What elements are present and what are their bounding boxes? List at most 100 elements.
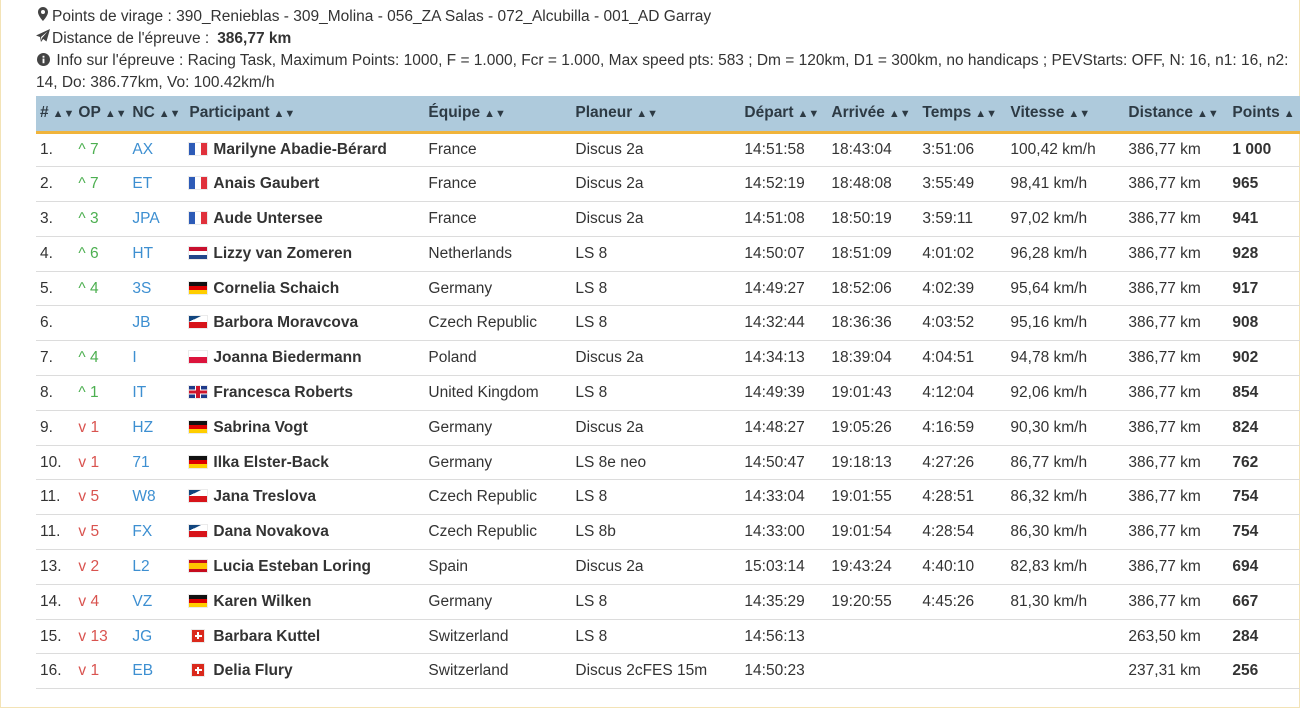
table-row[interactable]: 14. v 4 VZ Karen Wilken Germany LS 8 14:35:29 1… (36, 584, 1300, 620)
nc-cell[interactable]: ET (128, 167, 185, 202)
col-op[interactable]: OP ▲▼ (74, 96, 129, 134)
sort-icon: ▲▼ (273, 108, 296, 121)
op-cell: ^ 1 (78, 383, 99, 401)
time-cell: 4:28:51 (922, 488, 975, 506)
table-row[interactable]: 13. v 2 L2 Lucia Esteban Loring Spain Discus … (36, 550, 1300, 585)
participant-cell: Lizzy van Zomeren (185, 236, 424, 271)
team-cell: Germany (428, 418, 493, 436)
glider-cell: Discus 2a (575, 418, 644, 436)
col-nc[interactable]: NC ▲▼ (128, 96, 186, 134)
points-cell: 941 (1232, 209, 1259, 227)
speed-cell: 98,41 km/h (1010, 175, 1088, 193)
points-cell: 917 (1232, 279, 1259, 297)
nc-cell[interactable]: L2 (128, 550, 185, 585)
team-cell: Czech Republic (428, 488, 537, 506)
table-row[interactable]: 3. ^ 3 JPA Aude Untersee France Discus 2a 14:5… (36, 202, 1300, 237)
time-cell: 4:45:26 (922, 592, 975, 610)
nc-cell[interactable]: 71 (128, 445, 185, 480)
flag-fr-icon (189, 211, 208, 224)
start-cell: 14:49:39 (744, 383, 805, 401)
start-cell: 14:35:29 (744, 592, 805, 610)
finish-cell: 19:18:13 (831, 453, 892, 471)
nc-cell[interactable]: AX (128, 132, 185, 167)
col-participant[interactable]: Participant ▲▼ (185, 96, 425, 134)
participant-name: Karen Wilken (213, 592, 312, 610)
table-row[interactable]: 16. v 1 EB Delia Flury Switzerland Discus 2cF… (36, 654, 1300, 689)
team-cell: Czech Republic (428, 523, 537, 541)
table-row[interactable]: 6. JB Barbora Moravcova Czech Republic LS 8 1… (36, 306, 1300, 341)
rank-cell: 7. (40, 349, 53, 367)
distance-cell: 386,77 km (1128, 557, 1201, 575)
table-row[interactable]: 2. ^ 7 ET Anais Gaubert France Discus 2a 14:52… (36, 167, 1300, 202)
col-distance[interactable]: Distance ▲▼ (1124, 96, 1229, 134)
finish-cell: 18:39:04 (831, 349, 892, 367)
nc-cell[interactable]: W8 (128, 480, 185, 515)
nc-cell[interactable]: IT (128, 376, 185, 411)
nc-cell[interactable]: JG (128, 619, 185, 654)
participant-name: Anais Gaubert (213, 175, 320, 193)
team-cell: Netherlands (428, 244, 512, 262)
col-rank[interactable]: # ▲▼ (36, 96, 75, 134)
table-row[interactable]: 11. v 5 FX Dana Novakova Czech Republic LS 8b… (36, 515, 1300, 550)
col-speed[interactable]: Vitesse ▲▼ (1006, 96, 1125, 134)
speed-cell: 94,78 km/h (1010, 349, 1088, 367)
nc-cell[interactable]: EB (128, 654, 185, 689)
time-cell: 4:12:04 (922, 383, 975, 401)
participant-name: Barbora Moravcova (213, 314, 359, 332)
time-cell: 3:59:11 (922, 209, 973, 227)
time-cell: 4:27:26 (922, 453, 975, 471)
flag-de-icon (189, 594, 208, 607)
flag-cz-icon (189, 316, 208, 329)
flag-gb-icon (189, 385, 208, 398)
start-cell: 14:50:23 (744, 662, 805, 680)
distance-cell: 386,77 km (1128, 592, 1201, 610)
glider-cell: Discus 2a (575, 557, 644, 575)
nc-cell[interactable]: JB (128, 306, 185, 341)
paper-plane-icon (36, 28, 50, 50)
col-finish[interactable]: Arrivée ▲▼ (827, 96, 919, 134)
finish-cell: 18:43:04 (831, 140, 892, 158)
nc-cell[interactable]: VZ (128, 584, 185, 619)
col-points[interactable]: Points ▲ (1228, 96, 1300, 134)
table-row[interactable]: 7. ^ 4 I Joanna Biedermann Poland Discus 2a 14… (36, 341, 1300, 376)
points-cell: 284 (1232, 627, 1259, 645)
glider-cell: Discus 2a (575, 349, 644, 367)
table-row[interactable]: 1. ^ 7 AX Marilyne Abadie-Bérard France Discu… (36, 132, 1300, 167)
op-cell: ^ 7 (78, 140, 99, 158)
table-row[interactable]: 5. ^ 4 3S Cornelia Schaich Germany LS 8 14:49:… (36, 271, 1300, 306)
map-marker-icon (36, 6, 50, 28)
nc-cell[interactable]: HT (128, 236, 185, 271)
participant-name: Aude Untersee (213, 209, 323, 227)
participant-cell: Karen Wilken (185, 584, 424, 619)
col-glider[interactable]: Planeur ▲▼ (571, 96, 741, 134)
distance-value: 386,77 km (217, 30, 292, 47)
col-start[interactable]: Départ ▲▼ (740, 96, 828, 134)
team-cell: France (428, 209, 477, 227)
finish-cell: 19:20:55 (831, 592, 892, 610)
op-cell: ^ 4 (78, 279, 99, 297)
table-row[interactable]: 8. ^ 1 IT Francesca Roberts United Kingdom LS… (36, 376, 1300, 411)
participant-cell: Barbora Moravcova (185, 306, 424, 341)
table-row[interactable]: 15. v 13 JG Barbara Kuttel Switzerland LS 8 14… (36, 619, 1300, 654)
nc-cell[interactable]: HZ (128, 410, 185, 445)
time-cell (918, 654, 1006, 689)
table-row[interactable]: 9. v 1 HZ Sabrina Vogt Germany Discus 2a 14:48… (36, 410, 1300, 446)
op-cell: ^ 4 (78, 349, 99, 367)
participant-name: Francesca Roberts (213, 383, 353, 401)
flag-de-icon (189, 420, 208, 433)
table-row[interactable]: 10. v 1 71 Ilka Elster-Back Germany LS 8e neo… (36, 445, 1300, 480)
table-row[interactable]: 11. v 5 W8 Jana Treslova Czech Republic LS 8 1… (36, 480, 1300, 515)
nc-cell[interactable]: JPA (128, 202, 185, 237)
distance-cell: 386,77 km (1128, 453, 1201, 471)
col-time[interactable]: Temps ▲▼ (918, 96, 1007, 134)
nc-cell[interactable]: FX (128, 515, 185, 550)
team-cell: Czech Republic (428, 314, 537, 332)
nc-cell[interactable]: I (128, 341, 185, 376)
table-header-row: # ▲▼ OP ▲▼ NC ▲▼ Participant ▲▼ Équipe ▲▼ Pla… (36, 96, 1300, 134)
op-cell: ^ 7 (78, 175, 99, 193)
op-cell: v 4 (78, 592, 100, 610)
distance-cell: 386,77 km (1128, 349, 1201, 367)
nc-cell[interactable]: 3S (128, 271, 185, 306)
col-team[interactable]: Équipe ▲▼ (424, 96, 572, 134)
table-row[interactable]: 4. ^ 6 HT Lizzy van Zomeren Netherlands LS 8 1… (36, 236, 1300, 272)
